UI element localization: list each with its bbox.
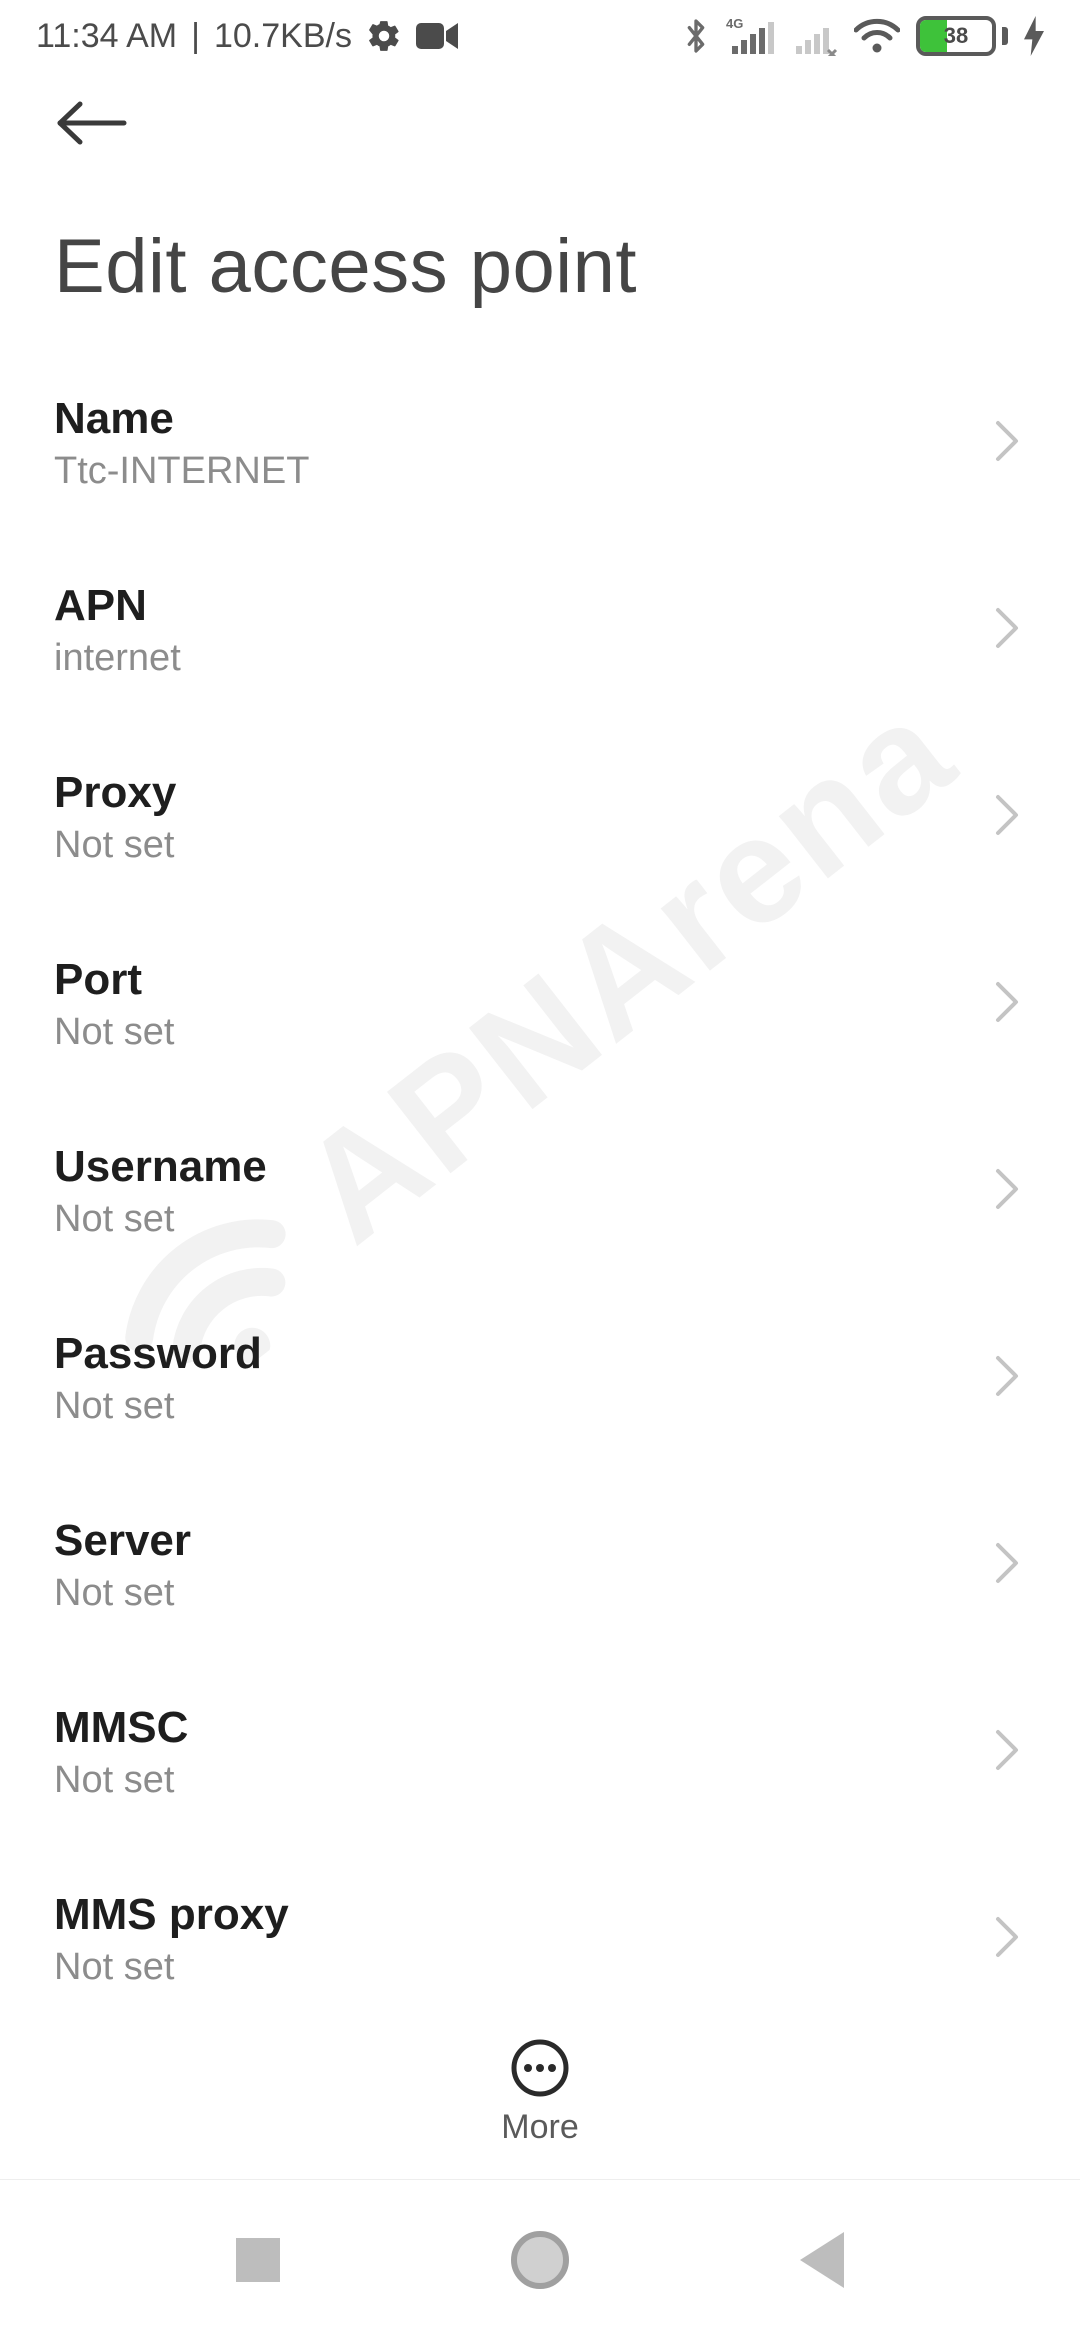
chevron-right-icon: [994, 1915, 1020, 1964]
apn-field-server[interactable]: Server Not set: [0, 1472, 1080, 1659]
signal-4g-icon: 4G: [726, 16, 774, 56]
item-value: Not set: [54, 1011, 174, 1054]
item-label: Name: [54, 394, 309, 444]
item-label: Port: [54, 955, 174, 1005]
page-title: Edit access point: [0, 163, 1080, 340]
chevron-right-icon: [994, 1167, 1020, 1216]
item-label: Password: [54, 1329, 262, 1379]
status-netspeed: 10.7KB/s: [214, 17, 352, 56]
item-label: Proxy: [54, 768, 176, 818]
item-value: Not set: [54, 1946, 289, 1989]
item-label: APN: [54, 581, 181, 631]
gear-icon: [366, 18, 402, 54]
svg-text:4G: 4G: [726, 16, 743, 31]
chevron-right-icon: [994, 419, 1020, 468]
chevron-right-icon: [994, 793, 1020, 842]
chevron-right-icon: [994, 980, 1020, 1029]
apn-field-mms-proxy[interactable]: MMS proxy Not set: [0, 1846, 1080, 2033]
apn-field-port[interactable]: Port Not set: [0, 911, 1080, 1098]
status-bar: 11:34 AM | 10.7KB/s 4G: [0, 0, 1080, 72]
back-button[interactable]: [54, 98, 128, 148]
apn-field-username[interactable]: Username Not set: [0, 1098, 1080, 1285]
apn-field-mmsc[interactable]: MMSC Not set: [0, 1659, 1080, 1846]
item-value: internet: [54, 637, 181, 680]
chevron-right-icon: [994, 1728, 1020, 1777]
apn-field-name[interactable]: Name Ttc-INTERNET: [0, 350, 1080, 537]
chevron-right-icon: [994, 1541, 1020, 1590]
item-label: Username: [54, 1142, 267, 1192]
apn-field-password[interactable]: Password Not set: [0, 1285, 1080, 1472]
battery-indicator: 38: [916, 16, 1008, 56]
apn-field-apn[interactable]: APN internet: [0, 537, 1080, 724]
item-label: MMSC: [54, 1703, 188, 1753]
signal-nosim-icon: [790, 16, 838, 56]
status-time: 11:34 AM: [36, 17, 177, 56]
item-label: MMS proxy: [54, 1890, 289, 1940]
bluetooth-icon: [682, 16, 710, 56]
chevron-right-icon: [994, 606, 1020, 655]
status-sep: |: [191, 17, 200, 56]
item-label: Server: [54, 1516, 191, 1566]
item-value: Not set: [54, 1572, 191, 1615]
item-value: Ttc-INTERNET: [54, 450, 309, 493]
item-value: Not set: [54, 1385, 262, 1428]
apn-field-proxy[interactable]: Proxy Not set: [0, 724, 1080, 911]
item-value: Not set: [54, 824, 176, 867]
charging-icon: [1024, 16, 1044, 56]
chevron-right-icon: [994, 1354, 1020, 1403]
item-value: Not set: [54, 1198, 267, 1241]
wifi-icon: [854, 18, 900, 54]
item-value: Not set: [54, 1759, 188, 1802]
video-icon: [416, 21, 458, 51]
